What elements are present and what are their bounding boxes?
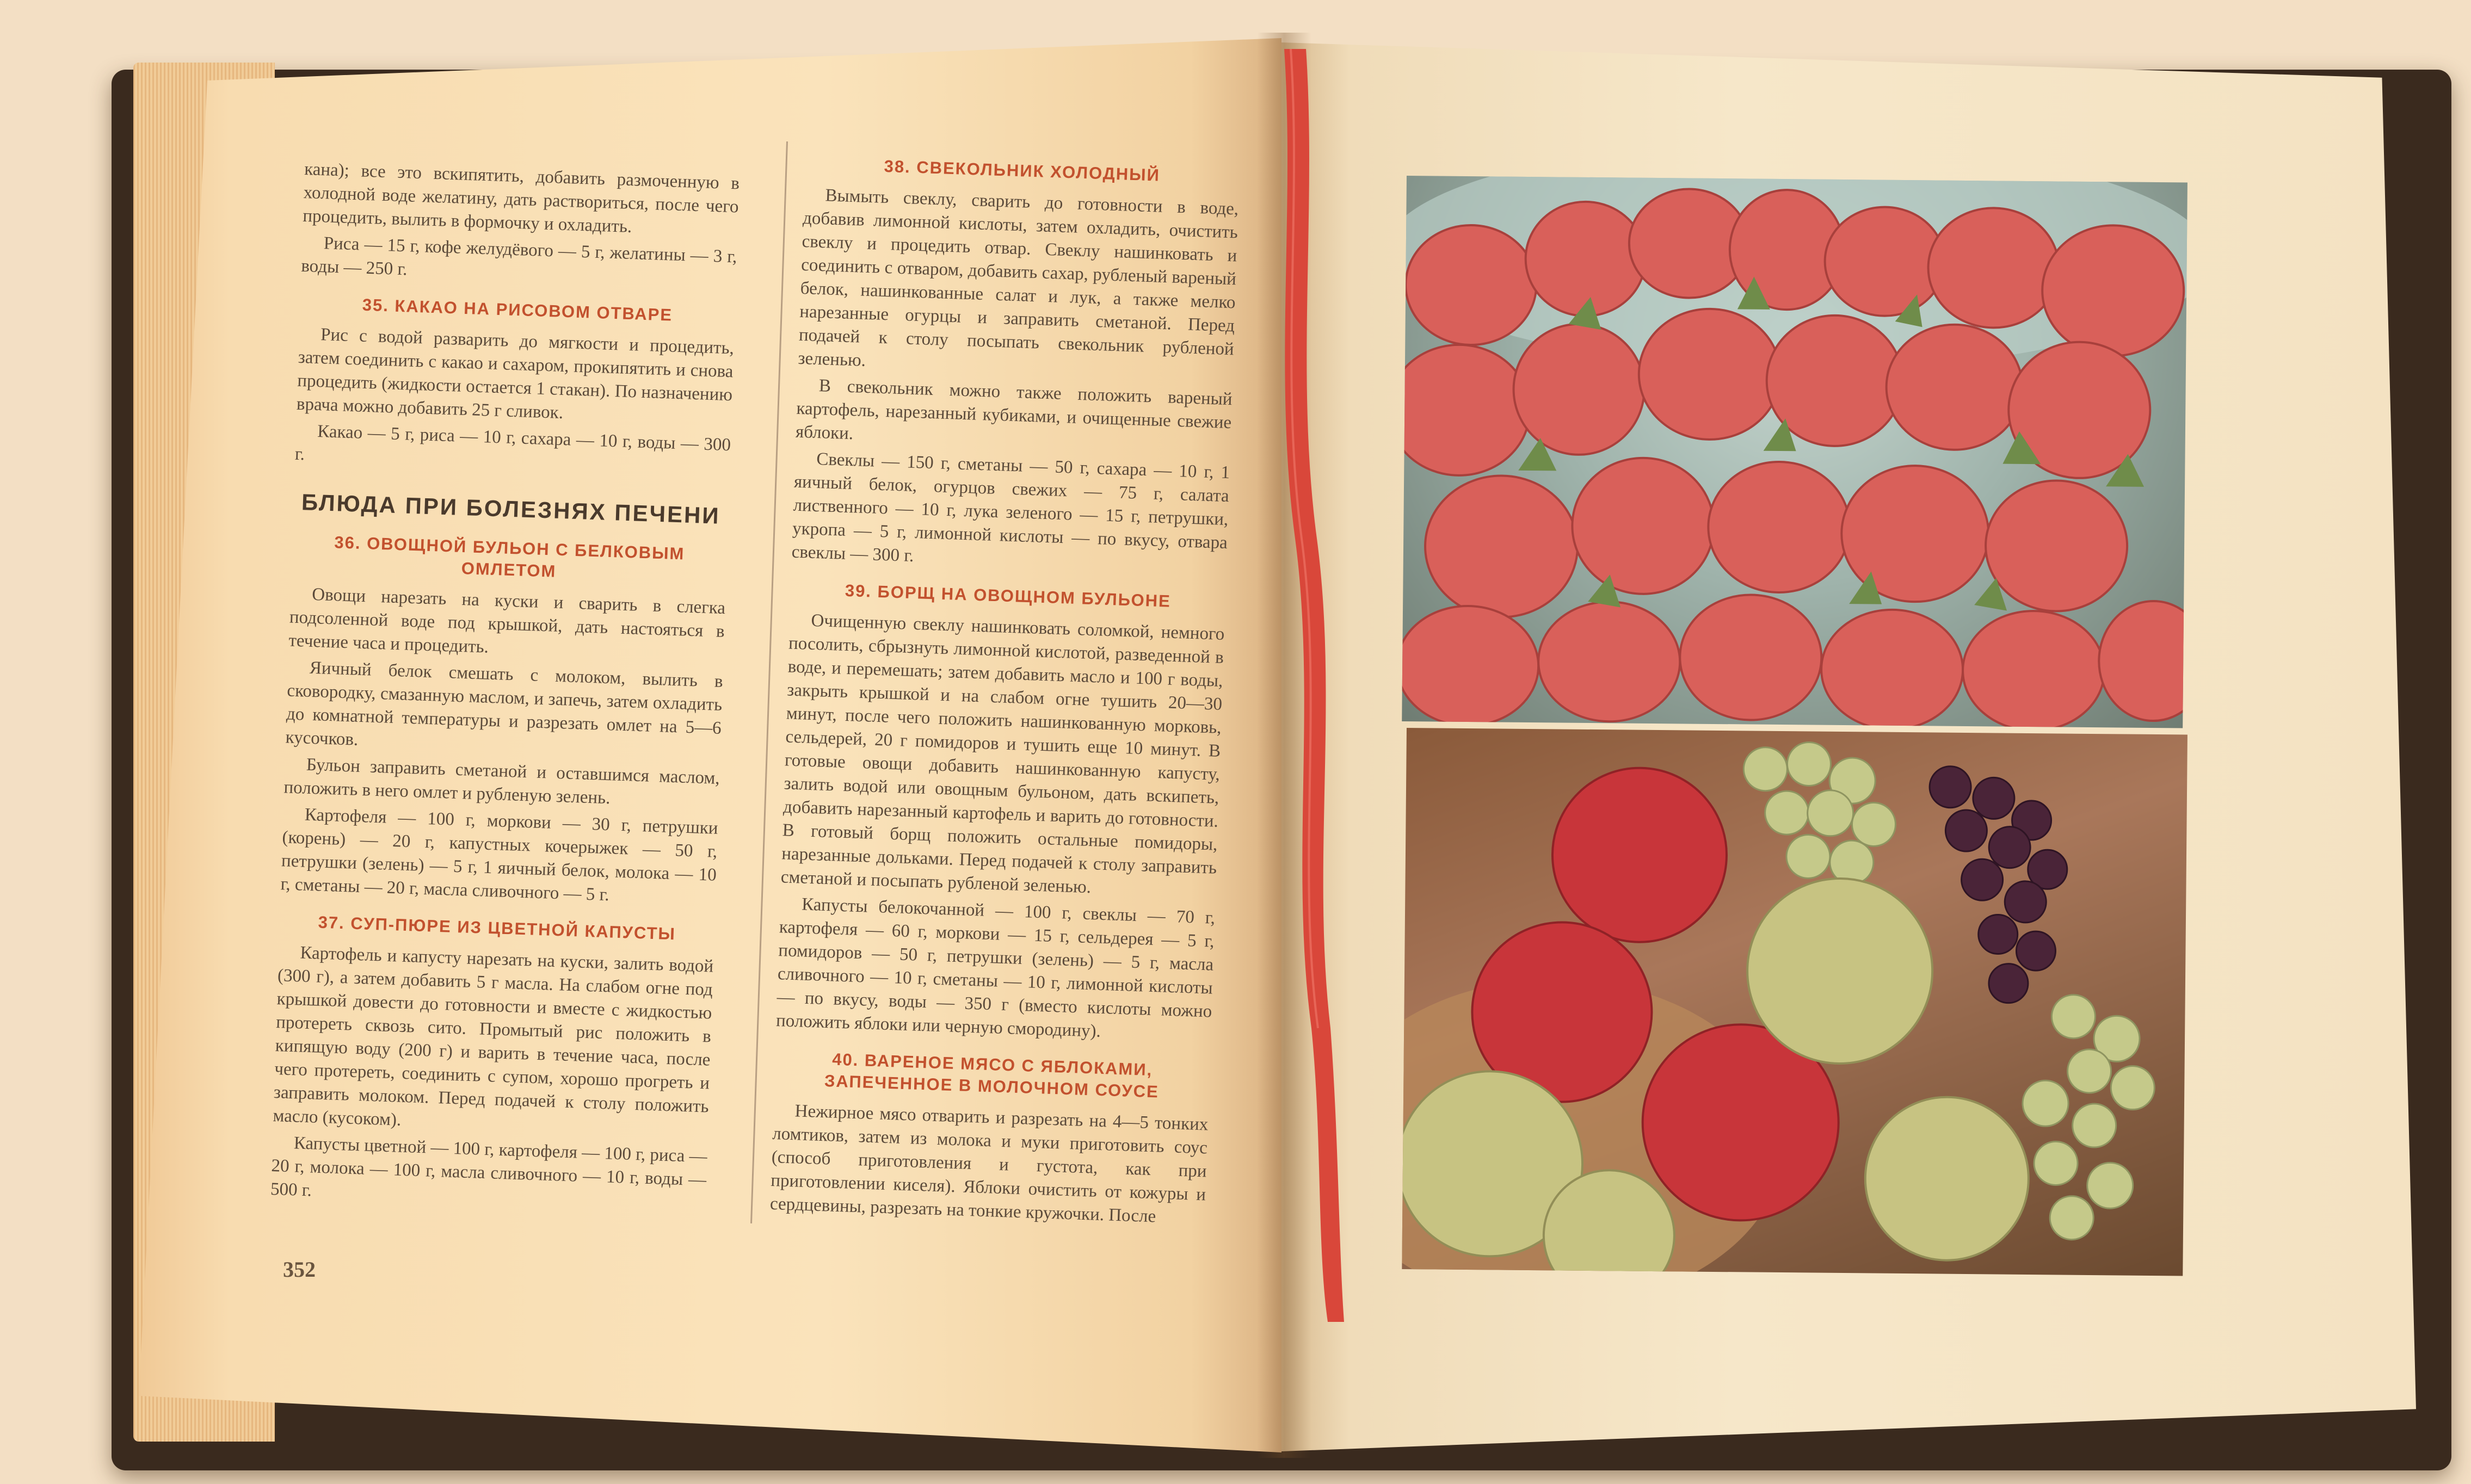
recipe-35-title: 35. КАКАО НА РИСОВОМ ОТВАРЕ (362, 295, 673, 325)
page-number: 352 (283, 1257, 316, 1282)
recipe-37-ingredients: Капусты цветной — 100 г, картофеля — 100… (270, 1133, 708, 1201)
recipe-36-text-1: Овощи нарезать на куски и сварить в слег… (288, 584, 726, 657)
recipe-39-text: Очищенную свеклу нашинковать соломкой, н… (780, 610, 1225, 898)
recipe-36-text-2: Яичный белок смешать с молоком, вылить в… (285, 658, 724, 750)
fruit-basket-photo (1402, 728, 2187, 1276)
recipe-39-title: 39. БОРЩ НА ОВОЩНОМ БУЛЬОНЕ (845, 580, 1172, 611)
text-column-right: 38. СВЕКОЛЬНИК ХОЛОДНЫЙ Вымыть свеклу, с… (769, 139, 1240, 1233)
recipe-39-ingredients: Капусты белокочанной — 100 г, свеклы — 7… (775, 894, 1216, 1041)
recipe-36-ingredients: Картофеля — 100 г, моркови — 30 г, петру… (280, 805, 719, 905)
fruit-basket-illustration (1402, 741, 2155, 1276)
recipe-38-ingredients: Свеклы — 150 г, сметаны — 50 г, сахара —… (791, 449, 1230, 566)
recipe-35-text: Рис с водой разварить до мягкости и проц… (296, 325, 735, 423)
strawberries-illustration (1402, 176, 2187, 728)
recipe-38-title: 38. СВЕКОЛЬНИК ХОЛОДНЫЙ (884, 156, 1161, 185)
strawberries-photo (1402, 176, 2187, 728)
recipe-37-text: Картофель и капусту нарезать на куски, з… (272, 943, 714, 1130)
recipe-36-title: 36. ОВОЩНОЙ БУЛЬОН С БЕЛКОВЫМ ОМЛЕТОМ (334, 533, 685, 581)
recipe-35-ingredients: Какао — 5 г, риса — 10 г, сахара — 10 г,… (294, 422, 731, 465)
recipe-37-title: 37. СУП-ПЮРЕ ИЗ ЦВЕТНОЙ КАПУСТЫ (318, 912, 676, 944)
intro-text: кана); все это вскипятить, добавить разм… (302, 159, 740, 237)
open-book: кана); все это вскипятить, добавить разм… (0, 0, 2471, 1484)
ribbon-bookmark (1284, 49, 1344, 1322)
section-heading: БЛЮДА ПРИ БОЛЕЗНЯХ ПЕЧЕНИ (301, 489, 721, 529)
intro-ingredients: Риса — 15 г, кофе желудёвого — 5 г, жела… (300, 233, 737, 280)
recipe-40-text: Нежирное мясо отварить и разрезать на 4—… (769, 1101, 1209, 1227)
recipe-40-title: 40. ВАРЕНОЕ МЯСО С ЯБЛОКАМИ, ЗАПЕЧЕННОЕ … (824, 1049, 1160, 1102)
text-column-left: кана); все это вскипятить, добавить разм… (270, 158, 740, 1219)
recipe-38-text-1: Вымыть свеклу, сварить до готовности в в… (798, 186, 1239, 370)
recipe-38-text-2: В свекольник можно также положить варены… (795, 376, 1233, 444)
